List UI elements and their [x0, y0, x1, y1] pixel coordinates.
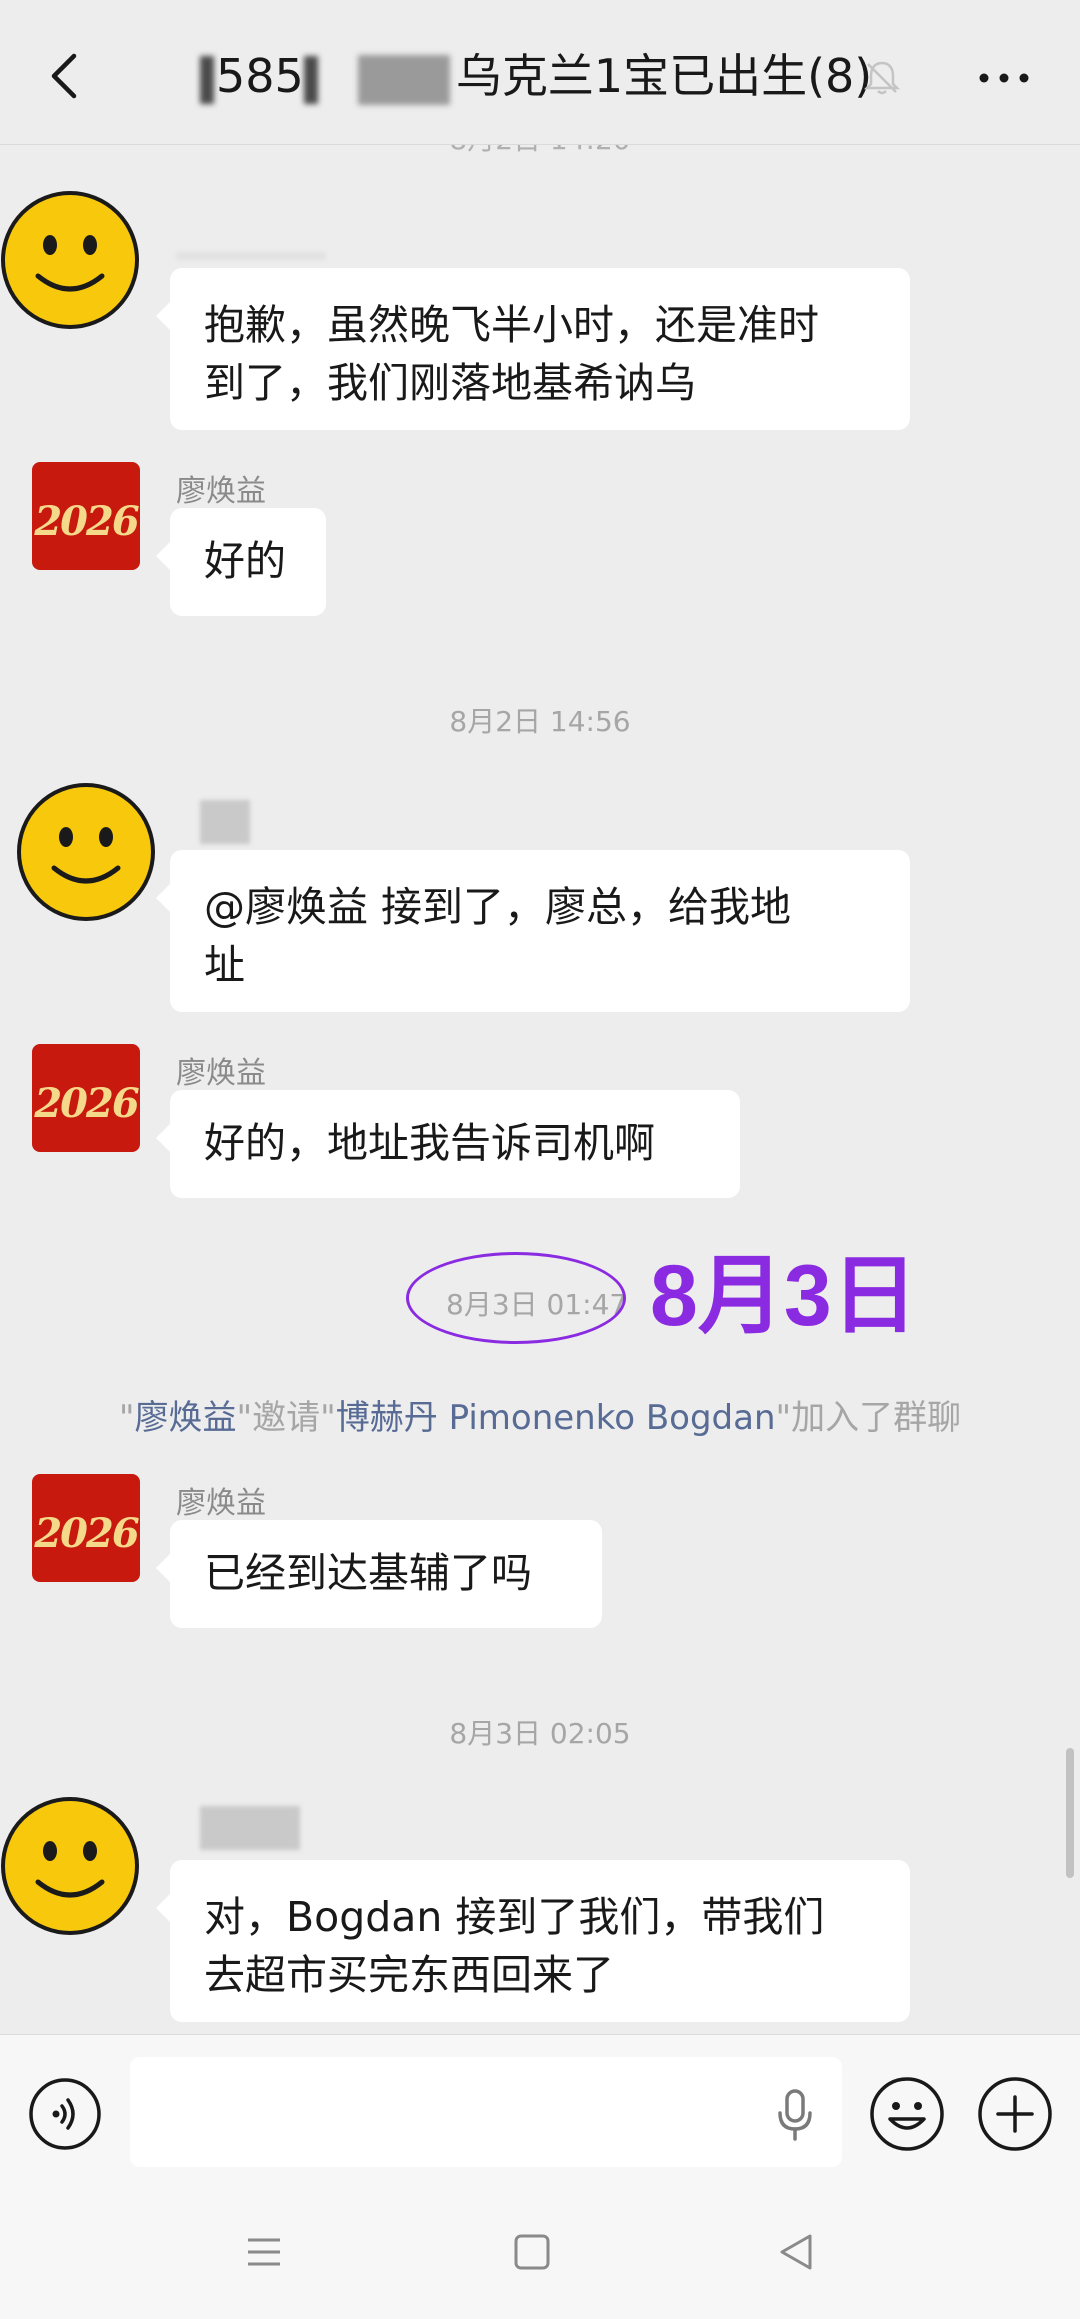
avatar[interactable]: 2026	[32, 1044, 140, 1152]
system-message: "廖焕益"邀请"博赫丹 Pimonenko Bogdan"加入了群聊	[0, 1390, 1080, 1439]
chat-header: 585 乌克兰1宝已出生(8)	[0, 0, 1080, 145]
system-text: "邀请"	[236, 1398, 336, 1438]
message-input[interactable]	[130, 2057, 842, 2167]
avatar-logo: 2026	[34, 498, 139, 545]
chevron-left-icon[interactable]	[40, 48, 88, 104]
menu-icon[interactable]	[244, 2232, 284, 2272]
message-text-line: 到了，我们刚落地基希讷乌	[204, 359, 696, 407]
message-bubble[interactable]: 好的	[156, 508, 326, 616]
redacted-sender	[200, 1806, 300, 1850]
avatar[interactable]: 2026	[32, 1474, 140, 1582]
message-bubble[interactable]: 已经到达基辅了吗	[156, 1520, 602, 1628]
message-text-line: 址	[204, 941, 245, 989]
redacted-block	[303, 55, 318, 104]
more-icon[interactable]	[976, 58, 1032, 98]
smiley-avatar[interactable]	[0, 1796, 140, 1936]
chat-title-text: 乌克兰1宝已出生(8)	[455, 49, 873, 103]
timestamp: 8月2日 14:56	[449, 705, 631, 738]
scrollbar[interactable]	[1066, 1748, 1074, 1878]
avatar-logo: 2026	[34, 1510, 139, 1557]
bell-off-icon	[863, 61, 901, 95]
system-text: "加入了群聊	[775, 1398, 962, 1438]
microphone-icon[interactable]	[770, 2085, 820, 2145]
smiley-avatar[interactable]	[0, 190, 140, 330]
home-icon[interactable]	[512, 2232, 552, 2272]
message-bubble[interactable]: 好的，地址我告诉司机啊	[156, 1090, 740, 1198]
system-user-link[interactable]: 博赫丹 Pimonenko Bogdan	[336, 1398, 776, 1438]
message-text-line: @廖焕益 接到了，廖总，给我地	[204, 883, 792, 931]
message-text-line: 去超市买完东西回来了	[204, 1951, 614, 1999]
message-bubble[interactable]: 对，Bogdan 接到了我们，带我们 去超市买完东西回来了	[156, 1860, 910, 2022]
redacted-sender	[176, 252, 326, 260]
message-text: 好的，地址我告诉司机啊	[204, 1119, 655, 1167]
sender-name: 廖焕益	[176, 474, 266, 509]
system-user-link[interactable]: 廖焕益	[135, 1398, 237, 1438]
voice-icon[interactable]	[28, 2077, 102, 2151]
avatar-logo: 2026	[34, 1080, 139, 1127]
input-bar	[0, 2034, 1080, 2193]
message-text-line: 抱歉，虽然晚飞半小时，还是准时	[204, 301, 819, 349]
redacted-sender	[200, 800, 250, 844]
smiley-avatar[interactable]	[16, 782, 156, 922]
message-text: 已经到达基辅了吗	[204, 1549, 532, 1597]
redacted-block	[200, 55, 214, 104]
timestamp: 8月3日 02:05	[449, 1717, 631, 1750]
avatar[interactable]: 2026	[32, 462, 140, 570]
message-bubble[interactable]: @廖焕益 接到了，廖总，给我地 址	[156, 850, 910, 1012]
sender-name: 廖焕益	[176, 1486, 266, 1521]
plus-icon[interactable]	[976, 2075, 1054, 2153]
system-quote: "	[118, 1398, 135, 1438]
annotation-label: 8月3日	[650, 1248, 918, 1344]
chat-title-prefix: 585	[216, 49, 304, 103]
message-text: 好的	[204, 537, 286, 585]
message-bubble[interactable]: 抱歉，虽然晚飞半小时，还是准时 到了，我们刚落地基希讷乌	[156, 268, 910, 430]
emoji-icon[interactable]	[868, 2075, 946, 2153]
system-nav-bar	[0, 2192, 1080, 2319]
sender-name: 廖焕益	[176, 1056, 266, 1091]
annotation-circle	[406, 1252, 626, 1344]
message-text-line: 对，Bogdan 接到了我们，带我们	[204, 1893, 825, 1941]
redacted-block	[357, 54, 450, 105]
back-triangle-icon[interactable]	[776, 2230, 816, 2274]
chat-title: 585 乌克兰1宝已出生(8)	[200, 48, 872, 105]
